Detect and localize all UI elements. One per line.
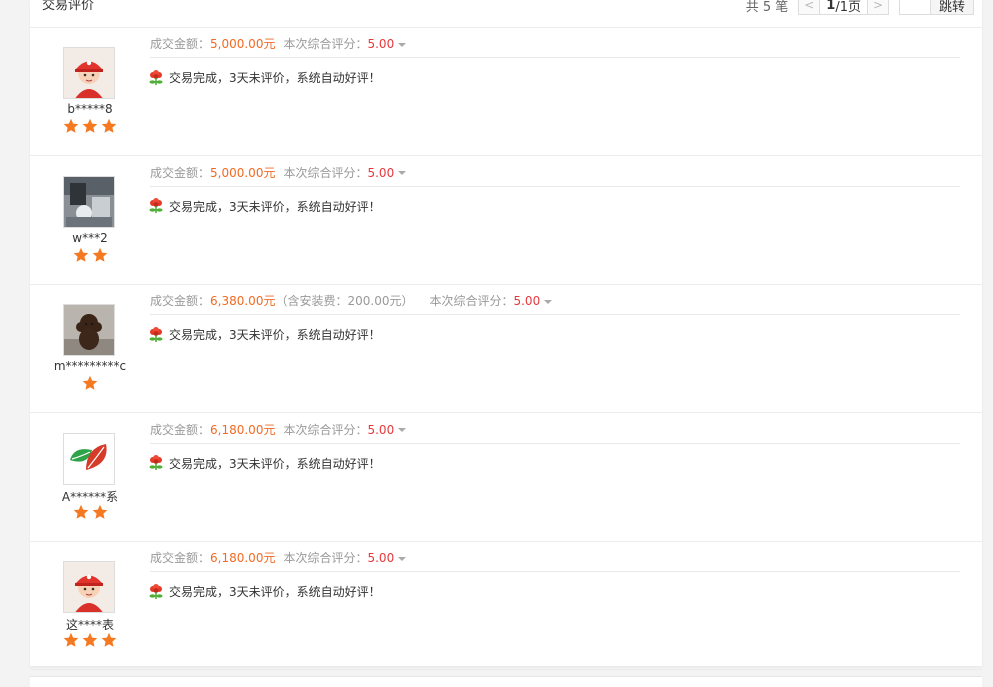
amount-label: 成交金额：: [150, 551, 211, 565]
review-item: b*****8 成交金额：5,000.00元 本次综合评分：5.00 交易完成，3…: [30, 27, 982, 156]
buyer-level-stars: [30, 247, 150, 263]
amount-label: 成交金额：: [150, 294, 211, 308]
review-comment: 交易完成，3天未评价，系统自动好评！: [148, 69, 381, 86]
star-icon: [92, 504, 107, 519]
username: b*****8: [67, 102, 113, 116]
flower-icon: [149, 326, 163, 342]
leaf-logo-avatar: [64, 433, 114, 484]
review-comment: 交易完成，3天未评价，系统自动好评！: [148, 326, 381, 343]
star-icon: [82, 375, 98, 390]
score-value: 5.00: [367, 551, 395, 565]
total-count: 共 5 笔: [745, 0, 789, 15]
username: A******系: [61, 489, 119, 504]
score-label: 本次综合评分：: [283, 422, 368, 437]
red-cap-kid-avatar: [64, 562, 114, 612]
star-icon: [73, 247, 88, 262]
amount-value: 6,180.00元: [210, 422, 276, 437]
username: 这****表: [65, 618, 114, 632]
review-meta: 成交金额：6,180.00元 本次综合评分：5.00: [150, 549, 960, 572]
review-meta: 成交金额：6,380.00元（含安装费：200.00元） 本次综合评分：5.00: [150, 292, 960, 315]
review-comment: 交易完成，3天未评价，系统自动好评！: [148, 583, 381, 600]
amount-label: 成交金额：: [150, 165, 211, 180]
review-item: m*********c 成交金额：6,380.00元（含安装费：200.00元）…: [30, 284, 982, 413]
buyer-level-stars: [30, 632, 150, 648]
avatar[interactable]: [63, 47, 115, 99]
chevron-down-icon[interactable]: [544, 299, 553, 304]
star-icon: [63, 632, 79, 647]
review-meta: 成交金额：5,000.00元 本次综合评分：5.00: [150, 35, 960, 58]
star-icon: [101, 118, 117, 133]
page-number-input[interactable]: [898, 0, 931, 15]
score-value: 5.00: [367, 422, 395, 437]
score-value: 5.00: [367, 165, 395, 180]
star-icon: [82, 118, 98, 133]
avatar[interactable]: [63, 175, 115, 228]
star-icon: [63, 118, 79, 133]
comment-text: 交易完成，3天未评价，系统自动好评！: [169, 199, 381, 214]
next-page-button[interactable]: >: [866, 0, 889, 15]
current-page: 1: [826, 0, 836, 13]
avatar[interactable]: [63, 304, 115, 356]
amount-value: 6,180.00元: [210, 551, 276, 565]
comment-text: 交易完成，3天未评价，系统自动好评！: [169, 328, 381, 342]
chevron-down-icon[interactable]: [398, 171, 407, 175]
flower-icon: [149, 198, 163, 213]
score-label: 本次综合评分：: [283, 551, 368, 565]
score-value: 5.00: [367, 37, 395, 51]
review-meta: 成交金额：6,180.00元 本次综合评分：5.00: [150, 421, 960, 444]
buyer-level-stars: [30, 375, 150, 391]
amount-value: 5,000.00元: [210, 165, 276, 180]
star-icon: [73, 504, 88, 519]
amount-value: 6,380.00元: [210, 294, 276, 308]
flower-icon: [149, 455, 163, 470]
install-fee: （含安装费：200.00元）: [275, 294, 414, 308]
prev-page-button[interactable]: <: [798, 0, 821, 15]
reviews-panel: 交易评价 共 5 笔 < 1/1页 > 跳转 b*****8 成交金额：5,00…: [30, 0, 982, 670]
chevron-down-icon[interactable]: [398, 42, 407, 47]
red-cap-kid-avatar: [64, 48, 114, 98]
username: w***2: [72, 230, 108, 245]
pagination: 共 5 笔 < 1/1页 > 跳转: [746, 0, 974, 16]
section-title: 交易评价: [42, 0, 95, 13]
review-meta: 成交金额：5,000.00元 本次综合评分：5.00: [150, 164, 960, 187]
flower-icon: [149, 69, 163, 85]
avatar[interactable]: [63, 432, 115, 485]
chevron-down-icon[interactable]: [398, 556, 407, 561]
amount-label: 成交金额：: [150, 37, 211, 51]
username: m*********c: [53, 359, 127, 373]
comment-text: 交易完成，3天未评价，系统自动好评！: [169, 71, 381, 85]
next-section-edge: [30, 676, 982, 687]
amount-label: 成交金额：: [150, 422, 211, 437]
avatar[interactable]: [63, 561, 115, 613]
comment-text: 交易完成，3天未评价，系统自动好评！: [169, 456, 381, 471]
review-comment: 交易完成，3天未评价，系统自动好评！: [148, 198, 381, 215]
star-icon: [92, 247, 107, 262]
poodle-dog-avatar: [64, 305, 114, 355]
buyer-level-stars: [30, 504, 150, 520]
review-item: w***2 成交金额：5,000.00元 本次综合评分：5.00 交易完成，3天未…: [30, 156, 982, 285]
chevron-down-icon[interactable]: [398, 428, 407, 432]
review-item: A******系 成交金额：6,180.00元 本次综合评分：5.00 交易完成，…: [30, 413, 982, 542]
score-label: 本次综合评分：: [429, 294, 514, 308]
jump-button[interactable]: 跳转: [930, 0, 974, 15]
score-value: 5.00: [513, 294, 541, 308]
flower-icon: [149, 583, 163, 599]
photo-room-avatar: [64, 176, 114, 227]
score-label: 本次综合评分：: [283, 37, 368, 51]
page-indicator: 1/1页: [820, 0, 867, 15]
buyer-level-stars: [30, 118, 150, 134]
amount-value: 5,000.00元: [210, 37, 276, 51]
score-label: 本次综合评分：: [283, 165, 368, 180]
star-icon: [101, 632, 117, 647]
review-item: 这****表 成交金额：6,180.00元 本次综合评分：5.00 交易完成，3天…: [30, 541, 982, 670]
comment-text: 交易完成，3天未评价，系统自动好评！: [169, 585, 381, 599]
page-suffix: /1页: [835, 0, 861, 15]
review-comment: 交易完成，3天未评价，系统自动好评！: [148, 455, 381, 472]
star-icon: [82, 632, 98, 647]
reviews-header: 交易评价 共 5 笔 < 1/1页 > 跳转: [30, 0, 982, 28]
